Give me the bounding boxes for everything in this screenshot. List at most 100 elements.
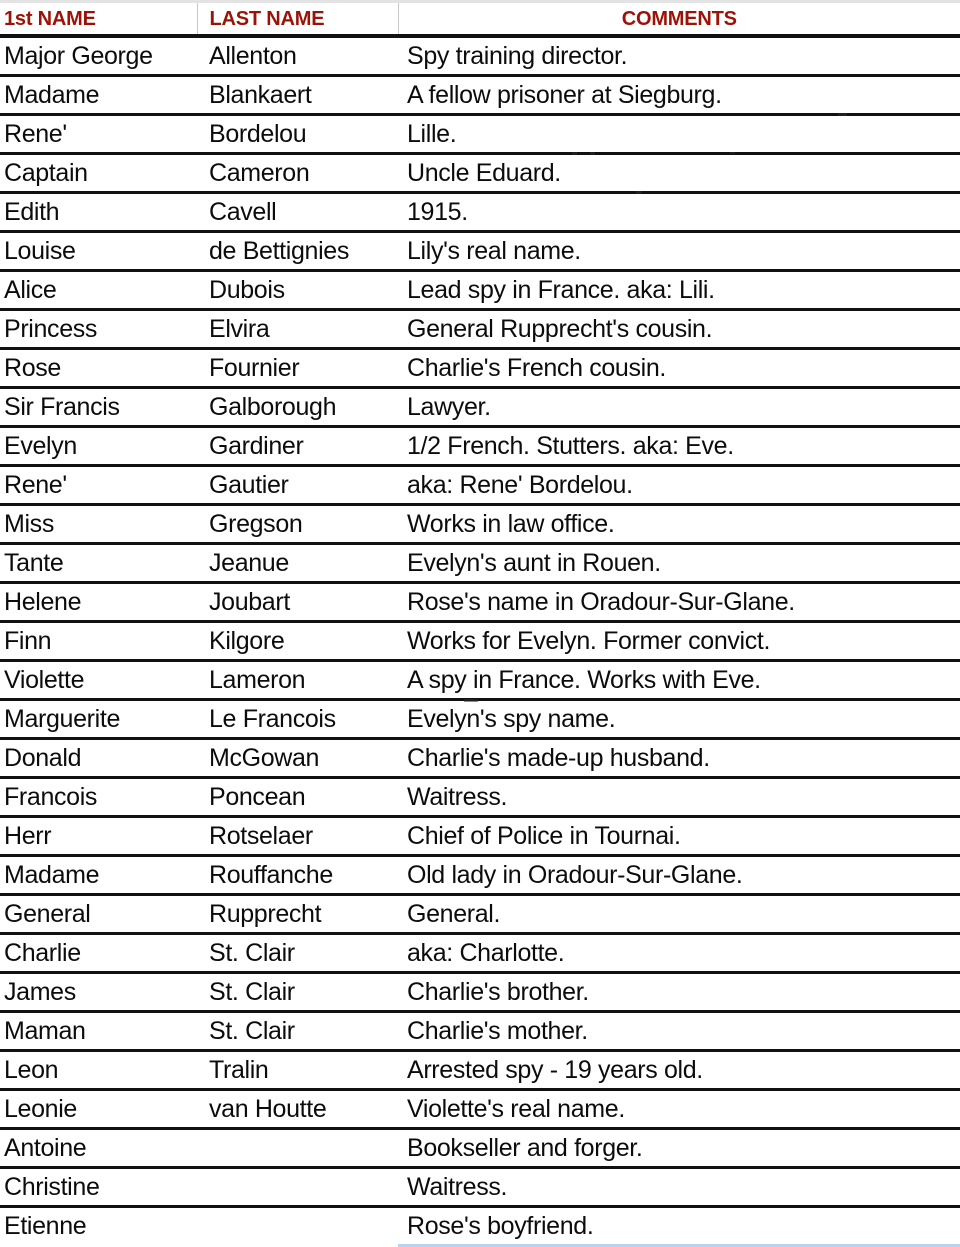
cell-comments: A fellow prisoner at Siegburg. — [398, 75, 960, 116]
cell-last-name: de Bettignies — [197, 231, 398, 272]
table-row: Captain Cameron Uncle Eduard. — [0, 153, 960, 194]
cell-last-name — [197, 1167, 398, 1208]
cell-last-name — [197, 1206, 398, 1245]
cell-last-name: McGowan — [197, 738, 398, 779]
cell-comments: General. — [398, 894, 960, 935]
cell-first-name: James — [0, 972, 197, 1013]
cell-first-name: Captain — [0, 153, 197, 194]
table-row: Tante Jeanue Evelyn's aunt in Rouen. — [0, 543, 960, 584]
table-row: Francois Poncean Waitress. — [0, 777, 960, 818]
table-row: Rose Fournier Charlie's French cousin. — [0, 348, 960, 389]
cell-first-name: Madame — [0, 75, 197, 116]
cell-last-name: Elvira — [197, 309, 398, 350]
cell-last-name: Fournier — [197, 348, 398, 389]
cell-first-name: Charlie — [0, 933, 197, 974]
cell-comments: Evelyn's spy name. — [398, 699, 960, 740]
cell-last-name: Kilgore — [197, 621, 398, 662]
cell-first-name: Donald — [0, 738, 197, 779]
cell-last-name: Blankaert — [197, 75, 398, 116]
cell-first-name: Major George — [0, 36, 197, 77]
table-row: Rene' Bordelou Lille. — [0, 114, 960, 155]
character-table: 1st NAME LAST NAME COMMENTS Major George… — [0, 0, 960, 1247]
table-row: Charlie St. Clair aka: Charlotte. — [0, 933, 960, 974]
cell-comments: Works in law office. — [398, 504, 960, 545]
column-header-last-name: LAST NAME — [197, 0, 399, 38]
cell-first-name: Rene' — [0, 465, 197, 506]
cell-first-name: Madame — [0, 855, 197, 896]
cell-first-name: Louise — [0, 231, 197, 272]
cell-comments: 1/2 French. Stutters. aka: Eve. — [398, 426, 960, 467]
cell-first-name: Rose — [0, 348, 197, 389]
cell-comments: General Rupprecht's cousin. — [398, 309, 960, 350]
cell-last-name: St. Clair — [197, 972, 398, 1013]
cell-first-name: Leon — [0, 1050, 197, 1091]
table-header: 1st NAME LAST NAME COMMENTS — [0, 0, 960, 38]
cell-first-name: Finn — [0, 621, 197, 662]
cell-first-name: Christine — [0, 1167, 197, 1208]
cell-comments: Chief of Police in Tournai. — [398, 816, 960, 857]
cell-first-name: Etienne — [0, 1206, 197, 1245]
table-row: Antoine Bookseller and forger. — [0, 1128, 960, 1169]
cell-last-name — [197, 1128, 398, 1169]
cell-first-name: Edith — [0, 192, 197, 233]
cell-last-name: Le Francois — [197, 699, 398, 740]
cell-comments: 1915. — [398, 192, 960, 233]
cell-first-name: Maman — [0, 1011, 197, 1052]
cell-comments: Charlie's brother. — [398, 972, 960, 1013]
table-row: Donald McGowan Charlie's made-up husband. — [0, 738, 960, 779]
cell-last-name: Lameron — [197, 660, 398, 701]
cell-last-name: Dubois — [197, 270, 398, 311]
table-row: Maman St. Clair Charlie's mother. — [0, 1011, 960, 1052]
cell-comments: Rose's boyfriend. — [398, 1206, 960, 1247]
cell-last-name: St. Clair — [197, 933, 398, 974]
cell-last-name: Allenton — [197, 36, 398, 77]
table-row: Madame Rouffanche Old lady in Oradour-Sur-… — [0, 855, 960, 896]
cell-first-name: Tante — [0, 543, 197, 584]
cell-first-name: Sir Francis — [0, 387, 197, 428]
table-row: Leonie van Houtte Violette's real name. — [0, 1089, 960, 1130]
cell-comments: Uncle Eduard. — [398, 153, 960, 194]
cell-comments: Arrested spy - 19 years old. — [398, 1050, 960, 1091]
cell-first-name: Antoine — [0, 1128, 197, 1169]
table-row: Rene' Gautier aka: Rene' Bordelou. — [0, 465, 960, 506]
table-row: Edith Cavell 1915. — [0, 192, 960, 233]
table-header-row: 1st NAME LAST NAME COMMENTS — [0, 0, 960, 38]
cell-comments: Waitress. — [398, 777, 960, 818]
table-row: Marguerite Le Francois Evelyn's spy name. — [0, 699, 960, 740]
cell-comments: Spy training director. — [398, 36, 960, 77]
cell-last-name: Gardiner — [197, 426, 398, 467]
table-row: Princess Elvira General Rupprecht's cousin… — [0, 309, 960, 350]
cell-last-name: Gautier — [197, 465, 398, 506]
table-body: Major George Allenton Spy training directo… — [0, 36, 960, 1247]
cell-comments: Lily's real name. — [398, 231, 960, 272]
cell-comments: A spy in France. Works with Eve. — [398, 660, 960, 701]
cell-comments: Charlie's French cousin. — [398, 348, 960, 389]
cell-first-name: Princess — [0, 309, 197, 350]
cell-comments: Lead spy in France. aka: Lili. — [398, 270, 960, 311]
table-row: Sir Francis Galborough Lawyer. — [0, 387, 960, 428]
cell-first-name: Violette — [0, 660, 197, 701]
cell-comments: Violette's real name. — [398, 1089, 960, 1130]
cell-last-name: Galborough — [197, 387, 398, 428]
cell-last-name: Rouffanche — [197, 855, 398, 896]
cell-comments: Works for Evelyn. Former convict. — [398, 621, 960, 662]
cell-comments: Charlie's mother. — [398, 1011, 960, 1052]
table-row: Violette Lameron A spy in France. Works wi… — [0, 660, 960, 701]
cell-last-name: Rupprecht — [197, 894, 398, 935]
cell-first-name: Francois — [0, 777, 197, 818]
column-header-first-name: 1st NAME — [0, 0, 198, 38]
cell-last-name: St. Clair — [197, 1011, 398, 1052]
cell-last-name: Rotselaer — [197, 816, 398, 857]
table-row: Helene Joubart Rose's name in Oradour-Sur-… — [0, 582, 960, 623]
cell-first-name: Marguerite — [0, 699, 197, 740]
cell-first-name: Rene' — [0, 114, 197, 155]
table-row: Herr Rotselaer Chief of Police in Tournai. — [0, 816, 960, 857]
table-row: Leon Tralin Arrested spy - 19 years old. — [0, 1050, 960, 1091]
table-row: Evelyn Gardiner 1/2 French. Stutters. aka:… — [0, 426, 960, 467]
table-row: General Rupprecht General. — [0, 894, 960, 935]
cell-comments: Bookseller and forger. — [398, 1128, 960, 1169]
cell-comments: aka: Rene' Bordelou. — [398, 465, 960, 506]
table-row: Christine Waitress. — [0, 1167, 960, 1208]
table-row: Madame Blankaert A fellow prisoner at Sieg… — [0, 75, 960, 116]
column-header-comments: COMMENTS — [398, 0, 960, 38]
